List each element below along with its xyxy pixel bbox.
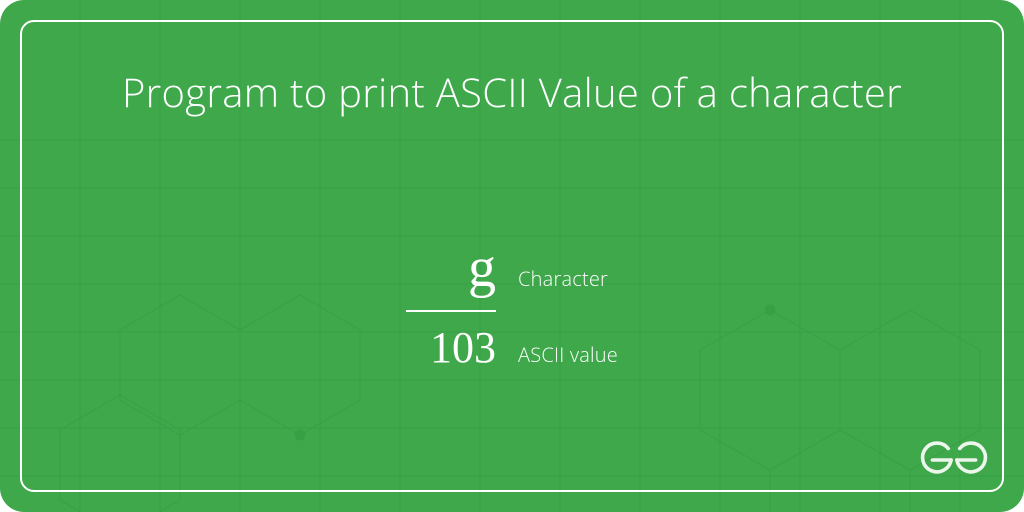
ascii-label: ASCII value	[518, 341, 618, 374]
character-row: g Character	[406, 240, 618, 298]
ascii-value: 103	[406, 326, 496, 370]
geeksforgeeks-logo-icon	[918, 436, 990, 484]
character-value: g	[406, 240, 496, 296]
character-label: Character	[518, 265, 608, 298]
page-title: Program to print ASCII Value of a charac…	[0, 64, 1024, 119]
card: Program to print ASCII Value of a charac…	[0, 0, 1024, 512]
divider	[406, 310, 496, 312]
ascii-row: 103 ASCII value	[406, 326, 618, 374]
example-block: g Character 103 ASCII value	[0, 240, 1024, 374]
